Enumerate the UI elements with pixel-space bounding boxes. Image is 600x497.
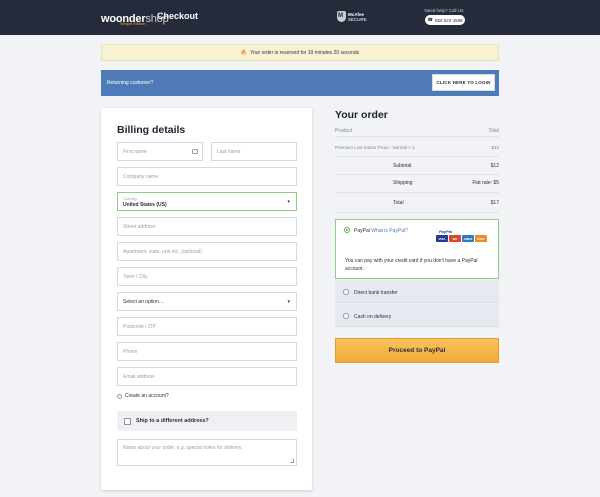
ship-different-address[interactable]: Ship to a different address?: [117, 411, 297, 431]
help-text: Need help? Call Us:: [424, 8, 465, 13]
state-select-value: Select an option…: [123, 298, 164, 305]
site-header: woondershop Simple Edition Checkout McAf…: [0, 0, 600, 35]
last-name-field[interactable]: Last name: [211, 142, 297, 161]
security-badge: McAfee SECURE: [337, 11, 377, 24]
order-item-total: $12: [491, 145, 499, 150]
returning-customer-text: Returning customer?: [107, 80, 154, 86]
last-name-placeholder: Last name: [217, 148, 241, 155]
order-notes-placeholder: Notes about your order, e.g. special not…: [123, 445, 243, 451]
state-select[interactable]: Select an option… ▾: [117, 292, 297, 311]
payment-option-paypal[interactable]: PayPal What is PayPal? PayPal VISA MC AM…: [335, 219, 499, 279]
country-label: Country: [123, 196, 138, 201]
paypal-description: You can pay with your credit card if you…: [345, 258, 478, 272]
email-field[interactable]: Email address: [117, 367, 297, 386]
billing-title: Billing details: [117, 124, 186, 136]
cash-on-delivery-radio[interactable]: [343, 313, 349, 319]
paypal-label: PayPal: [354, 228, 370, 234]
apartment-placeholder: Apartment, suite, unit etc. (optional): [123, 248, 202, 255]
paypal-option-label: PayPal What is PayPal?: [354, 228, 408, 234]
order-notes-textarea[interactable]: Notes about your order, e.g. special not…: [117, 439, 297, 466]
total-value: $17: [490, 200, 499, 206]
subtotal-row: Subtotal $12: [335, 157, 499, 175]
postcode-field[interactable]: Postcode / ZIP: [117, 317, 297, 336]
order-header-row: Product Total: [335, 123, 499, 137]
total-label: Total: [393, 200, 404, 206]
page-title: Checkout: [157, 11, 199, 21]
card-logos: VISA MC AMEX DISC: [436, 235, 487, 242]
product-column-header: Product: [335, 128, 353, 134]
shipping-label: Shipping: [393, 180, 413, 186]
mastercard-icon: MC: [449, 235, 461, 242]
create-account-toggle[interactable]: Create an account?: [117, 393, 169, 399]
amex-icon: AMEX: [462, 235, 474, 242]
what-is-paypal-link[interactable]: What is PayPal?: [371, 228, 408, 234]
shipping-value: Flat rate: $5: [472, 180, 499, 186]
order-item-name: Premium Live Indoor Ficus - Normal × 1: [335, 145, 415, 150]
phone-field[interactable]: Phone: [117, 342, 297, 361]
shield-icon: [337, 11, 346, 22]
returning-customer-bar: Returning customer? CLICK HERE TO LOGIN: [101, 70, 499, 96]
bank-transfer-radio[interactable]: [343, 289, 349, 295]
bank-transfer-label: Direct bank transfer: [354, 290, 398, 296]
create-account-radio[interactable]: [117, 393, 122, 399]
subtotal-value: $12: [490, 163, 499, 169]
visa-icon: VISA: [436, 235, 448, 242]
country-value: United States (US): [123, 202, 167, 208]
total-column-header: Total: [488, 128, 499, 134]
first-name-placeholder: First name: [123, 148, 147, 155]
city-field[interactable]: Town / City: [117, 267, 297, 286]
country-select[interactable]: Country United States (US) ▾: [117, 192, 297, 211]
city-placeholder: Town / City: [123, 273, 148, 280]
phone-number: 555 523 4598: [435, 17, 463, 23]
company-field[interactable]: Company name: [117, 167, 297, 186]
security-badge-line2: SECURE: [348, 17, 367, 22]
apartment-field[interactable]: Apartment, suite, unit etc. (optional): [117, 242, 297, 261]
payment-option-cash-on-delivery[interactable]: Cash on delivery: [335, 304, 499, 327]
street-address-placeholder: Street address: [123, 223, 156, 230]
ship-different-checkbox[interactable]: [124, 417, 131, 425]
chevron-down-icon: ▾: [287, 299, 290, 305]
create-account-label: Create an account?: [125, 393, 169, 399]
subtotal-label: Subtotal: [393, 163, 412, 169]
fire-icon: 🔥: [240, 49, 248, 56]
ship-different-label: Ship to a different address?: [136, 418, 209, 424]
total-row: Total $17: [335, 193, 499, 213]
postcode-placeholder: Postcode / ZIP: [123, 323, 156, 330]
reservation-notice: 🔥 Your order is reserved for 19 minutes …: [101, 44, 499, 61]
contact-card-icon: [192, 149, 198, 154]
phone-button[interactable]: ☎ 555 523 4598: [425, 15, 465, 25]
company-placeholder: Company name: [123, 173, 159, 180]
first-name-field[interactable]: First name: [117, 142, 203, 161]
discover-icon: DISC: [475, 235, 487, 242]
phone-icon: ☎: [427, 17, 434, 22]
cash-on-delivery-label: Cash on delivery: [354, 314, 392, 320]
order-title: Your order: [335, 109, 388, 121]
email-placeholder: Email address: [123, 373, 155, 380]
street-address-field[interactable]: Street address: [117, 217, 297, 236]
paypal-logo: PayPal: [439, 229, 453, 234]
chevron-down-icon: ▾: [287, 199, 290, 205]
logo-subtitle: Simple Edition: [120, 21, 146, 26]
proceed-to-paypal-button[interactable]: Proceed to PayPal: [335, 338, 499, 363]
reservation-text: Your order is reserved for 19 minutes 20…: [250, 49, 360, 56]
shipping-row: Shipping Flat rate: $5: [335, 175, 499, 193]
phone-placeholder: Phone: [123, 348, 138, 355]
payment-option-bank-transfer[interactable]: Direct bank transfer: [335, 280, 499, 303]
billing-card: Billing details First name Last name Com…: [101, 108, 312, 490]
resize-handle-icon[interactable]: [290, 459, 294, 463]
login-button[interactable]: CLICK HERE TO LOGIN: [432, 74, 495, 91]
paypal-radio[interactable]: [344, 227, 350, 233]
order-item-row: Premium Live Indoor Ficus - Normal × 1 $…: [335, 139, 499, 157]
